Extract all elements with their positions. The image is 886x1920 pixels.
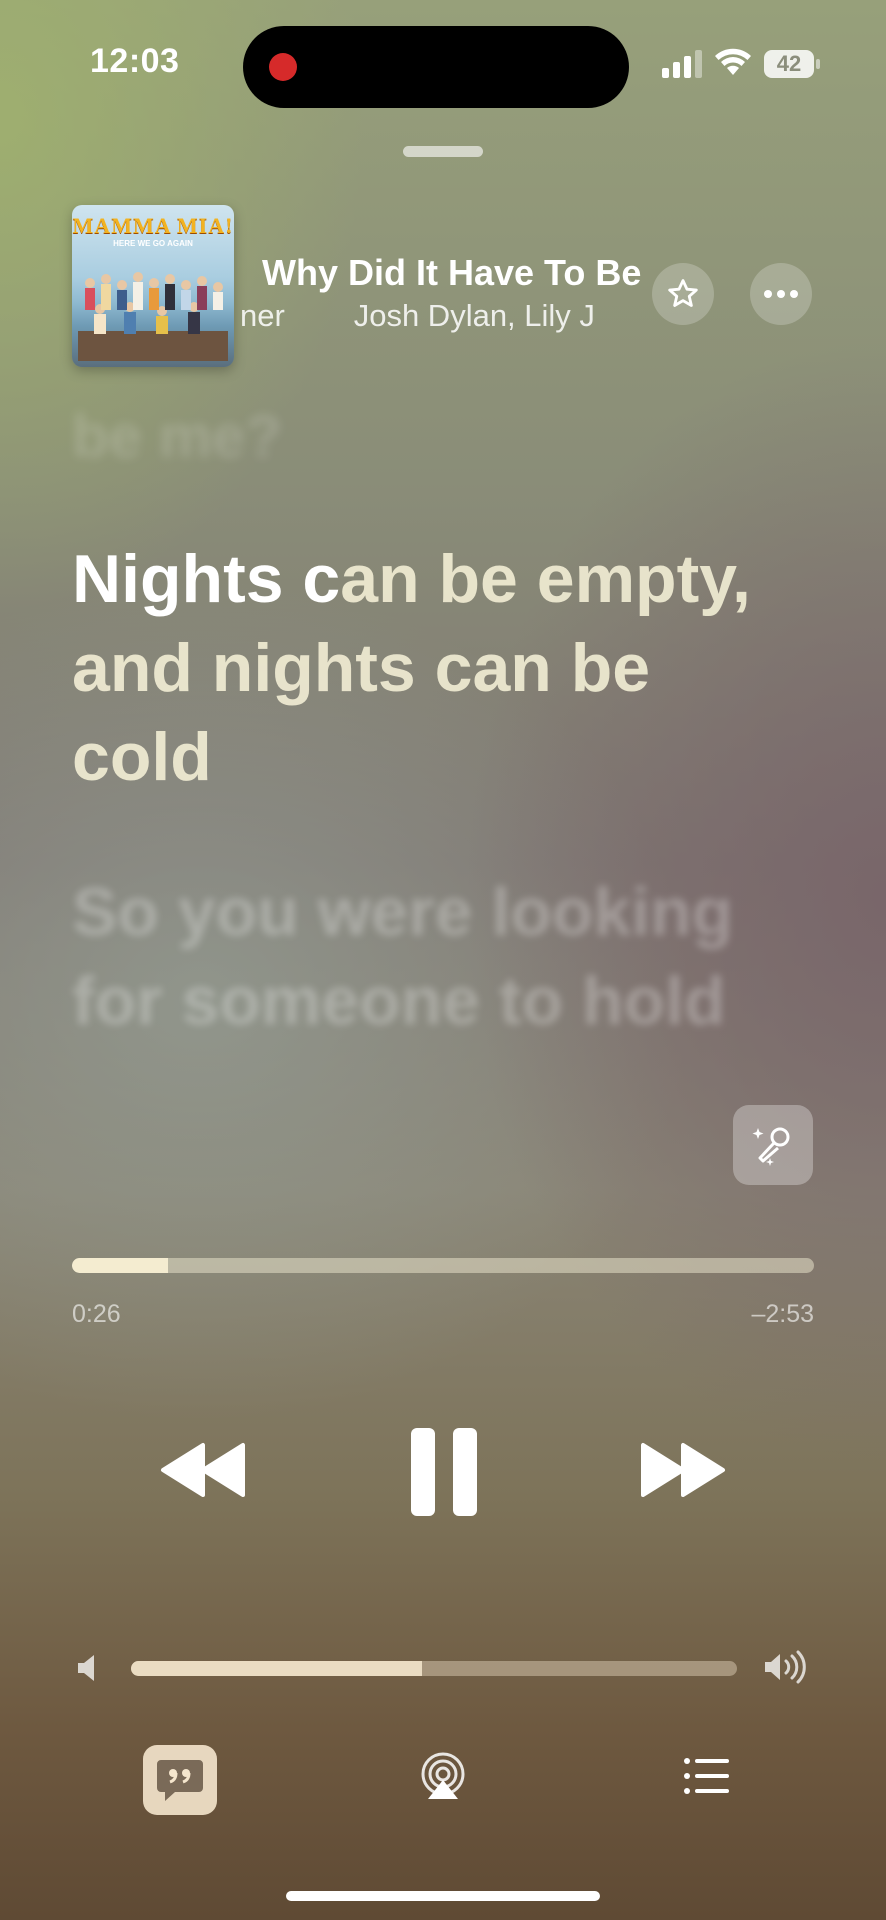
favorite-button[interactable] — [652, 263, 714, 325]
lyric-sung-portion: Nights c — [72, 541, 341, 617]
lyric-line-next[interactable]: So you were looking for someone to hold — [72, 868, 752, 1046]
time-remaining: –2:53 — [751, 1300, 814, 1328]
pause-button[interactable] — [409, 1426, 479, 1523]
list-icon — [684, 1758, 729, 1794]
song-artist-text: ner Josh Dylan, Lily J — [240, 298, 595, 333]
volume-high-icon — [765, 1650, 806, 1684]
sheet-grabber[interactable] — [403, 146, 483, 157]
volume-slider[interactable] — [131, 1661, 737, 1676]
next-track-button[interactable] — [637, 1441, 729, 1504]
album-subtitle-text: HERE WE GO AGAIN — [113, 239, 193, 248]
more-options-button[interactable] — [750, 263, 812, 325]
home-indicator[interactable] — [286, 1891, 600, 1901]
sing-button[interactable] — [733, 1105, 813, 1185]
quote-bubble-icon — [157, 1760, 203, 1801]
forward-icon — [641, 1443, 725, 1497]
lyric-line-current[interactable]: Nights can be empty, and nights can be c… — [72, 535, 752, 802]
song-title[interactable]: Why Did It Have To Be — [262, 252, 641, 294]
star-icon — [668, 279, 698, 307]
song-artist[interactable]: ner Josh Dylan, Lily J — [240, 298, 640, 334]
time-elapsed: 0:26 — [72, 1300, 121, 1328]
queue-button[interactable] — [683, 1756, 731, 1801]
pause-icon — [411, 1428, 477, 1516]
dynamic-island[interactable] — [243, 26, 629, 108]
battery-icon: 42 — [763, 49, 821, 79]
previous-track-button[interactable] — [157, 1441, 249, 1504]
volume-low-icon — [78, 1655, 94, 1681]
cellular-signal-icon — [662, 48, 702, 78]
album-cast-illustration — [78, 272, 228, 361]
status-time: 12:03 — [90, 42, 180, 80]
battery-level: 42 — [776, 51, 802, 76]
microphone-sparkle-icon — [752, 1127, 790, 1166]
album-logo-text: MAMMA MIA! — [72, 213, 234, 238]
album-artwork[interactable]: MAMMA MIA! HERE WE GO AGAIN — [72, 205, 234, 367]
airplay-button[interactable] — [418, 1752, 468, 1807]
playback-progress-fill — [72, 1258, 169, 1273]
recording-indicator-icon — [269, 53, 297, 81]
backward-icon — [161, 1443, 245, 1497]
playback-scrubber[interactable] — [72, 1258, 814, 1273]
wifi-icon — [715, 48, 751, 75]
ellipsis-icon — [764, 290, 798, 298]
lyric-line-previous[interactable]: be me? — [72, 402, 282, 471]
airplay-audio-icon — [421, 1752, 465, 1799]
lyrics-toggle-button[interactable] — [143, 1745, 217, 1815]
volume-level-fill — [131, 1661, 422, 1676]
